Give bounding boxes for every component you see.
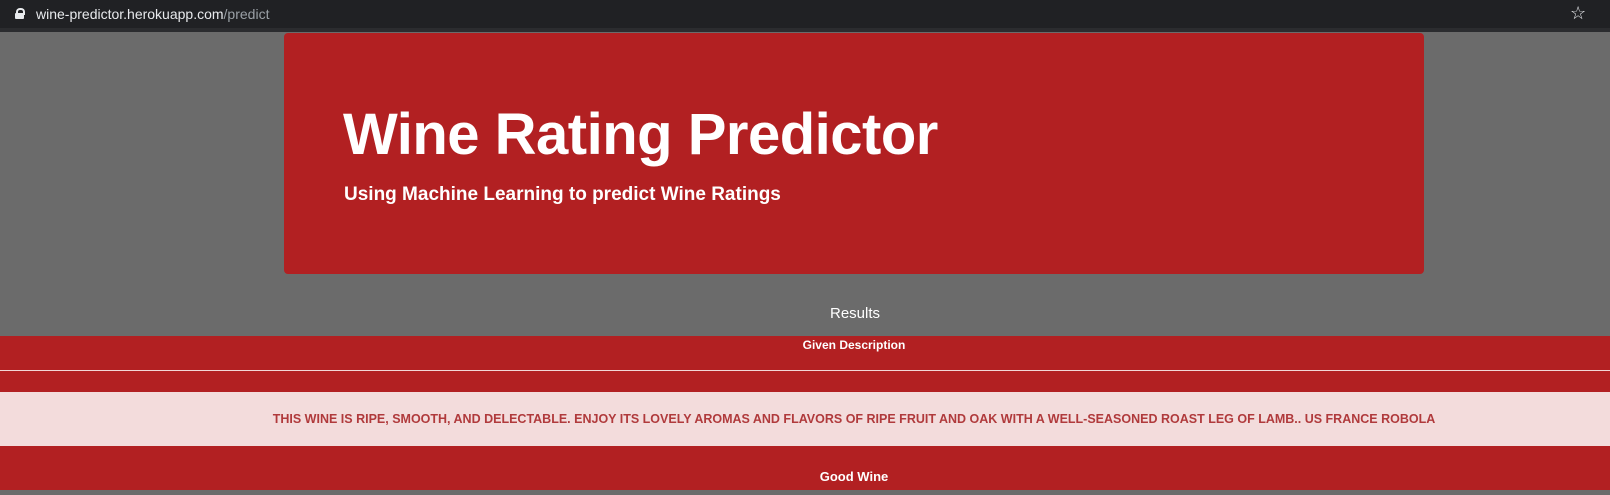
table-header-row: Given Description [0,336,1610,370]
page-top-edge [0,28,1610,32]
jumbotron: Wine Rating Predictor Using Machine Lear… [284,33,1424,274]
description-row: THIS WINE IS RIPE, SMOOTH, AND DELECTABL… [0,392,1610,446]
browser-address-bar[interactable]: wine-predictor.herokuapp.com/predict ☆ [0,0,1610,28]
lock-icon[interactable] [15,8,25,19]
page-title: Wine Rating Predictor [343,102,938,167]
description-text: THIS WINE IS RIPE, SMOOTH, AND DELECTABL… [272,412,1436,426]
page-subtitle: Using Machine Learning to predict Wine R… [344,184,781,205]
results-caption: Results [829,305,881,322]
prediction-row: Good Wine [0,446,1610,490]
url-path: /predict [223,6,270,22]
star-icon[interactable]: ☆ [1570,3,1586,23]
url-host: wine-predictor.herokuapp.com [36,6,224,22]
given-description-header: Given Description [802,338,906,352]
prediction-label: Good Wine [819,469,889,484]
url-text[interactable]: wine-predictor.herokuapp.com/predict [36,6,269,22]
